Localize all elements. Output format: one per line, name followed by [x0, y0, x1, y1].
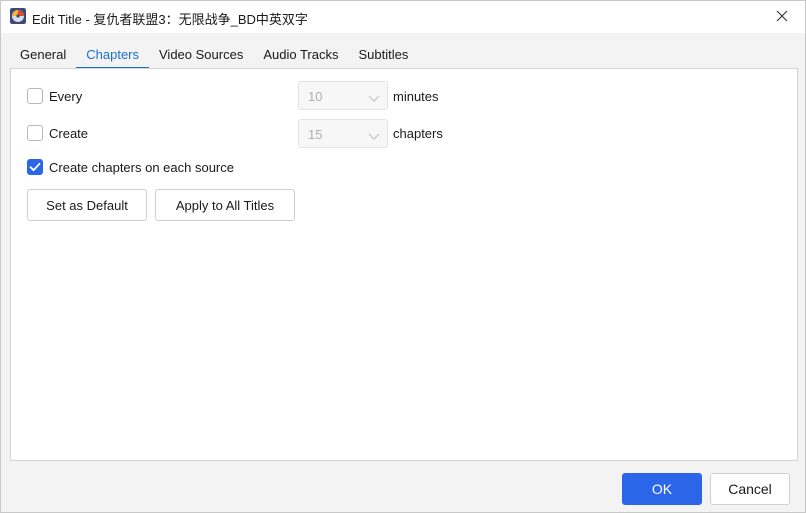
tab-general[interactable]: General [10, 41, 76, 68]
every-label: Every [49, 88, 83, 104]
minutes-value: 10 [308, 89, 323, 104]
apply-to-all-titles-button[interactable]: Apply to All Titles [155, 189, 295, 221]
tab-chapters[interactable]: Chapters [76, 41, 149, 69]
close-button[interactable] [759, 1, 805, 33]
minutes-unit: minutes [393, 89, 439, 104]
chapters-panel: Every 10 minutes Create 15 chapters Crea… [10, 68, 798, 461]
create-label: Create [49, 125, 89, 141]
tab-video-sources[interactable]: Video Sources [149, 41, 253, 68]
tab-bar: General Chapters Video Sources Audio Tra… [10, 41, 418, 69]
tab-subtitles[interactable]: Subtitles [348, 41, 418, 68]
checkmark-icon [29, 162, 41, 172]
close-icon [776, 10, 788, 25]
chapters-unit: chapters [393, 126, 443, 141]
create-checkbox[interactable] [27, 125, 43, 141]
chapters-value: 15 [308, 127, 323, 142]
each-source-row: Create chapters on each source [27, 157, 234, 177]
chevron-down-icon [368, 129, 380, 144]
each-source-label: Create chapters on each source [49, 159, 234, 175]
create-row: Create [27, 123, 88, 143]
every-checkbox[interactable] [27, 88, 43, 104]
each-source-checkbox[interactable] [27, 159, 43, 175]
chevron-down-icon [368, 91, 380, 106]
set-as-default-button[interactable]: Set as Default [27, 189, 147, 221]
title-bar: Edit Title - 复仇者联盟3：无限战争_BD中英双字 [1, 1, 805, 33]
tab-audio-tracks[interactable]: Audio Tracks [253, 41, 348, 68]
chapters-combobox[interactable]: 15 [298, 119, 388, 148]
app-disc-icon [10, 8, 26, 24]
every-row: Every [27, 86, 82, 106]
window-title: Edit Title - 复仇者联盟3：无限战争_BD中英双字 [32, 12, 308, 27]
minutes-combobox[interactable]: 10 [298, 81, 388, 110]
ok-button[interactable]: OK [622, 473, 702, 505]
cancel-button[interactable]: Cancel [710, 473, 790, 505]
edit-title-dialog: Edit Title - 复仇者联盟3：无限战争_BD中英双字 General … [0, 0, 806, 513]
